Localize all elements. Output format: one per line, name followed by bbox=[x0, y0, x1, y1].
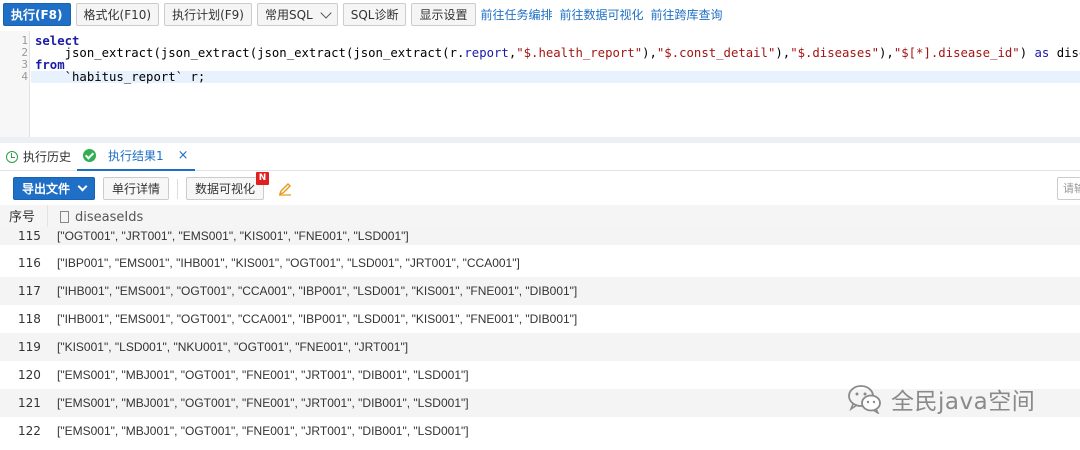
code-fragment: ) bbox=[1019, 46, 1035, 60]
row-number: 115 bbox=[18, 229, 41, 243]
row-value: ["IHB001", "EMS001", "OGT001", "CCA001",… bbox=[57, 312, 578, 326]
row-number: 120 bbox=[18, 368, 41, 382]
result-tabs: 执行历史 执行结果1 × bbox=[0, 143, 1080, 171]
close-icon[interactable]: × bbox=[178, 148, 189, 163]
row-number: 116 bbox=[18, 256, 41, 270]
code-line-4: `habitus_report` r; bbox=[35, 70, 206, 84]
data-visualization-button[interactable]: 数据可视化 N bbox=[186, 172, 270, 200]
line-number-gutter: 1 2 3 4 bbox=[0, 31, 30, 139]
sql-diagnosis-button[interactable]: SQL诊断 bbox=[342, 3, 407, 26]
row-number: 121 bbox=[18, 396, 41, 410]
code-string: "$.health_report" bbox=[516, 46, 643, 60]
code-fragment: ), bbox=[642, 46, 657, 60]
keyword-as: as bbox=[1034, 46, 1050, 60]
row-detail-button[interactable]: 单行详情 bbox=[103, 177, 170, 200]
goto-cross-db-query-link[interactable]: 前往跨库查询 bbox=[651, 6, 723, 23]
common-sql-label: 常用SQL bbox=[264, 8, 313, 22]
column-header-label: diseaseIds bbox=[75, 209, 144, 225]
row-number: 122 bbox=[18, 424, 41, 438]
row-number: 119 bbox=[18, 340, 41, 354]
execute-button[interactable]: 执行(F8) bbox=[3, 3, 71, 26]
export-file-button[interactable]: 导出文件 bbox=[13, 177, 96, 200]
row-value: ["IHB001", "EMS001", "OGT001", "CCA001",… bbox=[57, 284, 578, 298]
check-circle-icon bbox=[83, 149, 97, 162]
table-row[interactable]: 119 ["KIS001", "LSD001", "NKU001", "OGT0… bbox=[0, 333, 1080, 361]
column-header-diseaseids[interactable]: diseaseIds bbox=[48, 205, 143, 230]
table-row[interactable]: 116 ["IBP001", "EMS001", "IHB001", "KIS0… bbox=[0, 249, 1080, 277]
wechat-icon bbox=[848, 385, 881, 414]
sql-editor[interactable]: 1 2 3 4 select json_extract(json_extract… bbox=[0, 31, 1080, 139]
new-badge: N bbox=[256, 172, 270, 185]
data-viz-label: 数据可视化 bbox=[195, 182, 256, 196]
toolbar-divider bbox=[177, 178, 179, 199]
column-header-seq[interactable]: 序号 bbox=[0, 204, 48, 230]
tab-execution-result[interactable]: 执行结果1 × bbox=[77, 143, 195, 171]
row-value: ["IBP001", "EMS001", "IHB001", "KIS001",… bbox=[57, 256, 520, 270]
result-toolbar: 导出文件 单行详情 数据可视化 N 请输 bbox=[0, 172, 1080, 205]
code-string: "$.const_detail" bbox=[656, 46, 776, 60]
code-line-2: json_extract(json_extract(json_extract(j… bbox=[35, 47, 1080, 59]
code-string: "$.diseases" bbox=[790, 46, 880, 60]
table-row[interactable]: 117 ["IHB001", "EMS001", "OGT001", "CCA0… bbox=[0, 277, 1080, 305]
goto-data-visualization-link[interactable]: 前往数据可视化 bbox=[560, 6, 644, 23]
goto-task-orchestration-link[interactable]: 前往任务编排 bbox=[481, 6, 553, 23]
code-fragment: diseaseIds bbox=[1056, 46, 1080, 60]
tab-execution-history[interactable]: 执行历史 bbox=[0, 143, 77, 171]
row-number: 117 bbox=[18, 284, 41, 298]
result-search-input[interactable]: 请输 bbox=[1057, 177, 1080, 200]
line-number: 4 bbox=[21, 70, 28, 83]
format-button[interactable]: 格式化(F10) bbox=[75, 3, 160, 26]
document-icon bbox=[60, 211, 69, 223]
common-sql-dropdown[interactable]: 常用SQL bbox=[256, 3, 338, 26]
watermark-text: 全民java空间 bbox=[891, 389, 1036, 415]
table-row[interactable]: 122 ["EMS001", "MBJ001", "OGT001", "FNE0… bbox=[0, 417, 1080, 445]
chevron-down-icon bbox=[320, 6, 332, 19]
row-value: ["EMS001", "MBJ001", "OGT001", "FNE001",… bbox=[57, 396, 469, 410]
tab-result-label: 执行结果1 bbox=[108, 149, 164, 163]
code-fragment: json_extract(json_extract(json_extract(j… bbox=[35, 46, 465, 60]
main-toolbar: 执行(F8) 格式化(F10) 执行计划(F9) 常用SQL SQL诊断 显示设… bbox=[0, 0, 1080, 29]
export-label: 导出文件 bbox=[22, 182, 71, 196]
tab-history-label: 执行历史 bbox=[23, 150, 72, 164]
execution-plan-button[interactable]: 执行计划(F9) bbox=[164, 3, 252, 26]
history-icon bbox=[6, 150, 18, 163]
table-row[interactable]: 115 ["OGT001", "JRT001", "EMS001", "KIS0… bbox=[0, 227, 1080, 245]
chevron-down-icon bbox=[77, 181, 88, 192]
table-row[interactable]: 118 ["IHB001", "EMS001", "OGT001", "CCA0… bbox=[0, 305, 1080, 333]
row-number: 118 bbox=[18, 312, 41, 326]
display-settings-button[interactable]: 显示设置 bbox=[411, 3, 476, 26]
row-value: ["EMS001", "MBJ001", "OGT001", "FNE001",… bbox=[57, 368, 469, 382]
code-field: report bbox=[464, 46, 509, 60]
code-string: "$[*].disease_id" bbox=[893, 46, 1020, 60]
edit-pencil-icon[interactable] bbox=[278, 182, 292, 196]
code-fragment: ), bbox=[879, 46, 894, 60]
row-value: ["EMS001", "MBJ001", "OGT001", "FNE001",… bbox=[57, 424, 469, 438]
watermark: 全民java空间 bbox=[847, 382, 1035, 416]
row-value: ["OGT001", "JRT001", "EMS001", "KIS001",… bbox=[57, 229, 409, 243]
code-fragment: ), bbox=[775, 46, 791, 60]
row-value: ["KIS001", "LSD001", "NKU001", "OGT001",… bbox=[57, 340, 409, 354]
